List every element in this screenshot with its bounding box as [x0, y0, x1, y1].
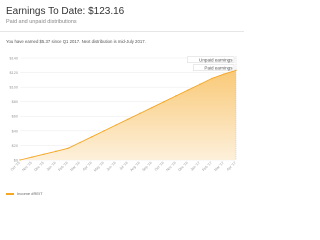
data-point	[55, 150, 57, 152]
data-point	[223, 73, 225, 75]
x-tick-label: Feb '17	[201, 161, 212, 172]
y-tick-label: $120	[10, 71, 18, 75]
data-point	[151, 106, 153, 109]
y-tick-label: $20	[12, 144, 18, 148]
x-tick-label: Oct '16	[154, 161, 165, 172]
annotation-label: Unpaid earnings	[199, 57, 233, 62]
data-point	[127, 118, 129, 120]
legend-swatch	[6, 192, 14, 195]
area-layer	[19, 69, 237, 161]
x-tick-label: Jun '16	[106, 161, 117, 172]
x-tick-label: Apr '16	[82, 161, 93, 172]
annotation-label: Paid earnings	[204, 65, 233, 70]
x-tick-label: Jan '17	[190, 161, 201, 172]
data-point	[187, 89, 189, 91]
data-point	[211, 77, 213, 80]
x-tick-label: Oct '15	[10, 161, 21, 172]
data-point	[31, 156, 33, 158]
x-tick-label: Apr '17	[226, 161, 237, 172]
card-header: Earnings To Date: $123.16 Paid and unpai…	[6, 6, 124, 25]
x-tick-label: Mar '16	[69, 161, 80, 172]
x-tick-label: Nov '15	[21, 161, 32, 172]
x-tick-label: Nov '16	[165, 161, 176, 172]
data-point	[79, 141, 81, 144]
data-point	[91, 135, 93, 138]
series-area	[20, 70, 236, 160]
distribution-info-text: You have earned $5.37 since Q1 2017. Nex…	[6, 39, 146, 44]
y-tick-label: $60	[12, 115, 18, 119]
data-point	[163, 101, 165, 103]
earnings-subtitle: Paid and unpaid distributions	[6, 19, 77, 25]
legend-label: Income #REIT	[17, 191, 43, 196]
x-tick-label: Dec '15	[33, 161, 44, 172]
earnings-chart: $0$20$40$60$80$100$120$140Oct '15 Nov '15…	[10, 56, 237, 173]
x-tick-label: Dec '16	[177, 161, 188, 172]
x-tick-label: Mar '17	[213, 161, 224, 172]
x-tick-label: Sep '16	[141, 161, 152, 172]
data-point	[199, 83, 201, 85]
data-point	[103, 130, 105, 132]
data-point	[67, 147, 69, 150]
y-tick-label: $100	[10, 86, 18, 90]
y-tick-label: $140	[10, 56, 18, 60]
chart-legend[interactable]: Income #REIT	[6, 191, 43, 196]
data-point	[43, 153, 45, 155]
x-tick-label: Feb '16	[57, 161, 68, 172]
data-point	[175, 95, 177, 97]
data-point	[19, 159, 21, 161]
y-tick-label: $40	[12, 129, 18, 133]
header-divider	[0, 31, 244, 32]
x-tick-label: Aug '16	[129, 161, 140, 172]
data-point	[139, 112, 141, 115]
earnings-title: Earnings To Date: $123.16	[6, 6, 125, 17]
data-point	[115, 124, 117, 126]
y-tick-label: $80	[12, 100, 18, 104]
earnings-card: Earnings To Date: $123.16 Paid and unpai…	[0, 0, 244, 207]
x-tick-label: Jan '16	[46, 161, 57, 172]
x-tick-label: Jul '16	[119, 161, 129, 171]
x-tick-label: May '16	[93, 161, 105, 173]
